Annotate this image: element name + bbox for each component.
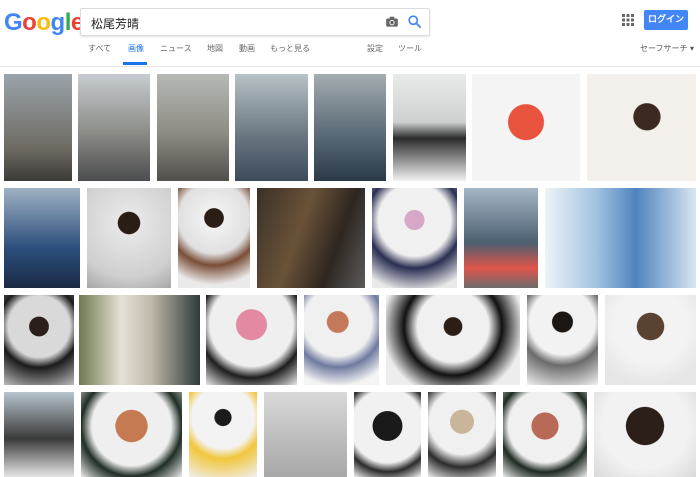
tab-all[interactable]: すべて <box>88 43 111 54</box>
image-result[interactable] <box>464 188 538 288</box>
image-result[interactable] <box>78 74 150 181</box>
image-result[interactable] <box>527 295 598 385</box>
tab-images[interactable]: 画像 <box>128 43 144 54</box>
image-result[interactable] <box>428 392 496 477</box>
tab-videos[interactable]: 動画 <box>239 43 255 54</box>
image-result[interactable] <box>304 295 379 385</box>
search-input[interactable] <box>89 12 373 34</box>
image-result[interactable] <box>354 392 421 477</box>
image-result[interactable] <box>79 295 200 385</box>
image-result[interactable] <box>206 295 297 385</box>
image-result[interactable] <box>178 188 250 288</box>
image-results-grid <box>0 70 700 477</box>
search-nav: すべて 画像 ニュース 地図 動画 もっと見る 設定 ツール セーフサーチ ▾ <box>0 36 700 64</box>
image-result[interactable] <box>605 295 696 385</box>
image-result[interactable] <box>4 74 72 181</box>
image-result[interactable] <box>372 188 457 288</box>
image-result[interactable] <box>4 188 80 288</box>
camera-icon[interactable] <box>385 15 399 29</box>
active-tab-underline <box>123 62 147 65</box>
tab-tools[interactable]: ツール <box>398 43 422 54</box>
search-box[interactable] <box>80 8 430 36</box>
image-result[interactable] <box>314 74 386 181</box>
login-button[interactable]: ログイン <box>644 10 688 30</box>
search-icon[interactable] <box>407 14 422 29</box>
image-result[interactable] <box>157 74 229 181</box>
image-result[interactable] <box>189 392 257 477</box>
image-result[interactable] <box>503 392 587 477</box>
apps-icon[interactable] <box>622 14 634 26</box>
tab-maps[interactable]: 地図 <box>207 43 223 54</box>
image-result[interactable] <box>81 392 182 477</box>
image-result[interactable] <box>4 295 74 385</box>
tab-more[interactable]: もっと見る <box>270 43 310 54</box>
image-result[interactable] <box>264 392 347 477</box>
image-result[interactable] <box>87 188 171 288</box>
image-result[interactable] <box>594 392 696 477</box>
image-result[interactable] <box>4 392 74 477</box>
image-result[interactable] <box>235 74 308 181</box>
tab-news[interactable]: ニュース <box>160 43 192 54</box>
safesearch-menu[interactable]: セーフサーチ ▾ <box>640 43 694 54</box>
tab-settings[interactable]: 設定 <box>367 43 383 54</box>
image-result[interactable] <box>472 74 580 181</box>
image-result[interactable] <box>257 188 365 288</box>
top-bar: Google ログイン すべて 画像 ニュース 地図 動画 もっと見る 設定 ツ… <box>0 0 700 67</box>
image-result[interactable] <box>545 188 696 288</box>
google-logo[interactable]: Google <box>4 9 84 37</box>
image-result[interactable] <box>587 74 696 181</box>
image-result[interactable] <box>393 74 466 181</box>
image-result[interactable] <box>386 295 520 385</box>
